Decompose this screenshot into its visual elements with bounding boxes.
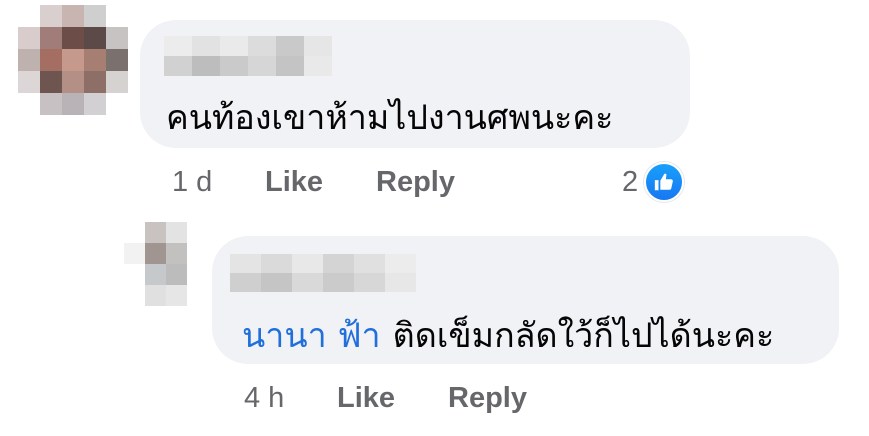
replier-name-blurred[interactable] [230,254,416,292]
reply-text: ติดเข็มกลัดใว้ก็ไปได้นะคะ [392,316,775,356]
commenter-name-blurred[interactable] [164,36,332,76]
reply-like-button[interactable]: Like [337,382,395,415]
thumbs-up-icon [644,162,685,202]
reaction-count: 2 [622,165,639,198]
mention-link[interactable]: นานา ฟ้า [242,316,381,356]
comment-timestamp[interactable]: 1 d [172,166,212,199]
reply-text-line: นานา ฟ้า ติดเข็มกลัดใว้ก็ไปได้นะคะ [242,308,774,362]
like-button[interactable]: Like [265,166,323,199]
reply-actions: 4 h Like Reply [0,382,869,422]
reaction-summary[interactable]: 2 [622,162,685,202]
replier-avatar[interactable] [124,222,208,306]
comment-bubble: คนท้องเขาห้ามไปงานศพนะคะ [140,20,690,148]
reply-bubble: นานา ฟ้า ติดเข็มกลัดใว้ก็ไปได้นะคะ [212,236,839,364]
reply-reply-button[interactable]: Reply [448,382,527,415]
comment-actions: 1 d Like Reply [0,166,869,206]
reply-button[interactable]: Reply [376,166,455,199]
comment-text: คนท้องเขาห้ามไปงานศพนะคะ [166,98,614,138]
commenter-avatar[interactable] [18,5,128,115]
reply-timestamp[interactable]: 4 h [244,382,284,415]
